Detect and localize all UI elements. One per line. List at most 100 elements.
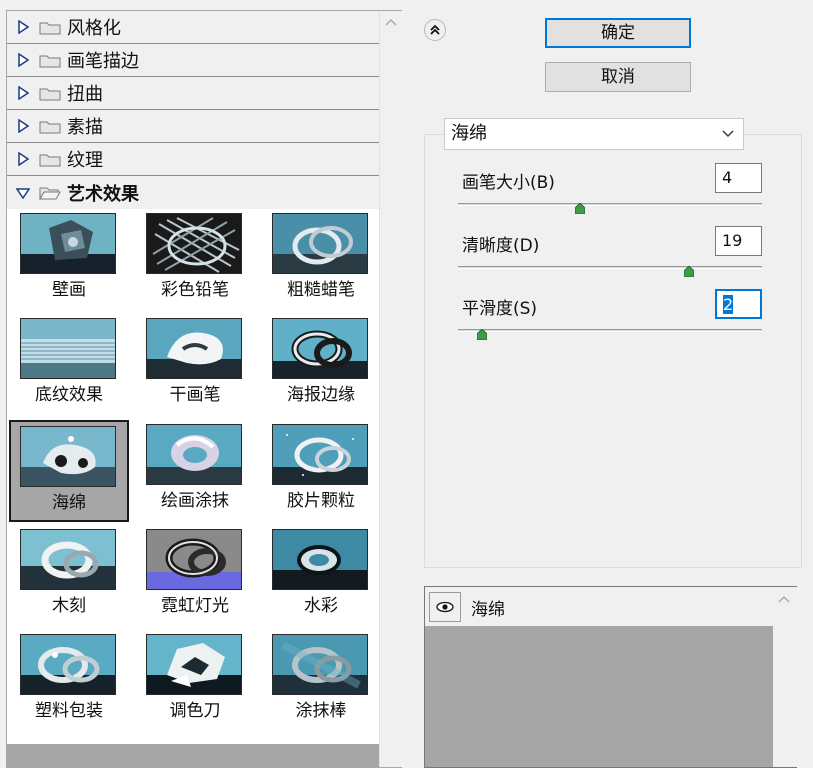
- filter-thumb-label: 彩色铅笔: [161, 280, 229, 300]
- folder-artistic[interactable]: 艺术效果: [7, 176, 379, 209]
- filter-preview-image: [20, 426, 116, 487]
- filter-thumb-label: 调色刀: [169, 701, 221, 721]
- filter-thumb-paint-daubs[interactable]: 绘画涂抹: [137, 420, 257, 522]
- filter-preview-image: [146, 318, 242, 379]
- filter-thumb-label: 涂抹棒: [295, 701, 347, 721]
- filter-thumb-label: 木刻: [52, 596, 86, 616]
- sharpness-value: 19: [722, 231, 743, 250]
- folder-label: 扭曲: [67, 84, 103, 105]
- filter-thumb-palette-knife[interactable]: 调色刀: [137, 630, 257, 732]
- brush-size-input[interactable]: 4: [715, 163, 762, 193]
- folder-icon: [39, 152, 61, 167]
- folder-label: 画笔描边: [67, 51, 139, 72]
- filter-thumb-watercolor[interactable]: 水彩: [263, 525, 379, 627]
- expand-triangle-icon[interactable]: [15, 151, 31, 167]
- expand-triangle-icon[interactable]: [15, 52, 31, 68]
- list-bottom-area: [7, 744, 379, 767]
- filter-settings-group: [424, 134, 802, 568]
- sharpness-slider-handle[interactable]: [683, 262, 695, 278]
- filter-preview-image: [20, 213, 116, 274]
- filter-thumb-label: 霓虹灯光: [161, 596, 229, 616]
- brush-size-slider-handle[interactable]: [574, 199, 585, 215]
- folder-label: 风格化: [67, 18, 121, 39]
- effect-layers-scrollbar[interactable]: [773, 587, 797, 767]
- folder-texture[interactable]: 纹理: [7, 143, 379, 176]
- sharpness-label: 清晰度(D): [462, 236, 540, 256]
- filter-thumb-film-grain[interactable]: 胶片颗粒: [263, 420, 379, 522]
- scroll-up-arrow-icon[interactable]: [777, 593, 791, 608]
- folder-icon: [39, 53, 61, 68]
- folder-brush-strokes[interactable]: 画笔描边: [7, 44, 379, 77]
- folder-stylize[interactable]: 风格化: [7, 11, 379, 44]
- smoothness-slider-handle[interactable]: [476, 325, 488, 341]
- filter-preview-image: [146, 529, 242, 590]
- filter-preview-image: [20, 318, 116, 379]
- cancel-button[interactable]: 取消: [545, 62, 691, 92]
- filter-preview-image: [146, 424, 242, 485]
- filter-thumb-label: 干画笔: [169, 385, 221, 405]
- filter-preview-image: [272, 634, 368, 695]
- expand-triangle-icon[interactable]: [15, 85, 31, 101]
- folder-label: 纹理: [67, 150, 103, 171]
- smoothness-slider-track[interactable]: [458, 329, 762, 332]
- brush-size-value: 4: [722, 168, 733, 187]
- filter-preview-image: [272, 529, 368, 590]
- filter-thumb-dry-brush[interactable]: 干画笔: [137, 314, 257, 416]
- folder-label: 素描: [67, 117, 103, 138]
- folder-icon: [39, 119, 61, 134]
- double-chevron-up-icon[interactable]: [424, 19, 446, 41]
- smoothness-label: 平滑度(S): [462, 299, 538, 319]
- effect-layer-row[interactable]: 海绵: [425, 587, 773, 627]
- filter-thumb-rough-pastels[interactable]: 粗糙蜡笔: [263, 209, 379, 311]
- filter-thumb-poster-edges[interactable]: 海报边缘: [263, 314, 379, 416]
- folder-icon: [39, 20, 61, 35]
- brush-size-slider-track[interactable]: [458, 203, 762, 206]
- filter-preview-image: [146, 634, 242, 695]
- collapse-triangle-icon[interactable]: [15, 185, 31, 201]
- folder-distort[interactable]: 扭曲: [7, 77, 379, 110]
- filter-thumb-label: 胶片颗粒: [287, 491, 355, 511]
- filter-thumb-sponge[interactable]: 海绵: [9, 420, 129, 522]
- filter-thumb-label: 塑料包装: [35, 701, 103, 721]
- filter-thumb-neon-glow[interactable]: 霓虹灯光: [137, 525, 257, 627]
- filter-gallery-panel: 风格化 画笔描边 扭曲 素描 纹理 艺术效果 壁画 彩色铅笔 粗糙蜡笔 底纹效果…: [6, 10, 402, 768]
- smoothness-input[interactable]: 2: [715, 289, 762, 319]
- filter-preview-image: [20, 634, 116, 695]
- filter-preview-image: [272, 424, 368, 485]
- filter-type-select[interactable]: 海绵: [444, 118, 744, 150]
- filter-thumb-cutout[interactable]: 木刻: [11, 525, 131, 627]
- effect-layer-name: 海绵: [471, 600, 505, 620]
- filter-thumbnail-grid: 壁画 彩色铅笔 粗糙蜡笔 底纹效果 干画笔 海报边缘 海绵 绘画涂抹 胶片颗粒 …: [7, 209, 379, 739]
- filter-thumb-smudge-stick[interactable]: 涂抹棒: [263, 630, 379, 732]
- eye-icon[interactable]: [429, 592, 461, 622]
- scroll-up-arrow-icon[interactable]: [383, 17, 399, 31]
- folder-icon: [39, 86, 61, 101]
- sharpness-input[interactable]: 19: [715, 226, 762, 256]
- filter-thumb-fresco[interactable]: 壁画: [11, 209, 131, 311]
- smoothness-value: 2: [723, 295, 734, 314]
- filter-thumb-label: 壁画: [52, 280, 86, 300]
- open-folder-icon: [39, 185, 61, 201]
- filter-preview-image: [272, 213, 368, 274]
- filter-select-value: 海绵: [451, 123, 487, 144]
- filter-thumb-plastic-wrap[interactable]: 塑料包装: [11, 630, 131, 732]
- effect-layers-panel: 海绵: [424, 586, 797, 768]
- filter-thumb-label: 海绵: [52, 493, 86, 513]
- folder-sketch[interactable]: 素描: [7, 110, 379, 143]
- filter-thumb-underpainting[interactable]: 底纹效果: [11, 314, 131, 416]
- filter-preview-image: [20, 529, 116, 590]
- expand-triangle-icon[interactable]: [15, 19, 31, 35]
- brush-size-label: 画笔大小(B): [462, 173, 555, 193]
- filter-thumb-label: 粗糙蜡笔: [287, 280, 355, 300]
- sharpness-slider-track[interactable]: [458, 266, 762, 269]
- ok-button[interactable]: 确定: [545, 18, 691, 48]
- expand-triangle-icon[interactable]: [15, 118, 31, 134]
- folder-label: 艺术效果: [67, 183, 139, 205]
- filter-preview-image: [272, 318, 368, 379]
- filter-preview-image: [146, 213, 242, 274]
- chevron-down-icon[interactable]: [721, 119, 735, 160]
- filter-thumb-colored-pencil[interactable]: 彩色铅笔: [137, 209, 257, 311]
- filter-thumb-label: 水彩: [304, 596, 338, 616]
- filter-thumb-label: 底纹效果: [35, 385, 103, 405]
- filter-list-scrollbar[interactable]: [379, 11, 402, 767]
